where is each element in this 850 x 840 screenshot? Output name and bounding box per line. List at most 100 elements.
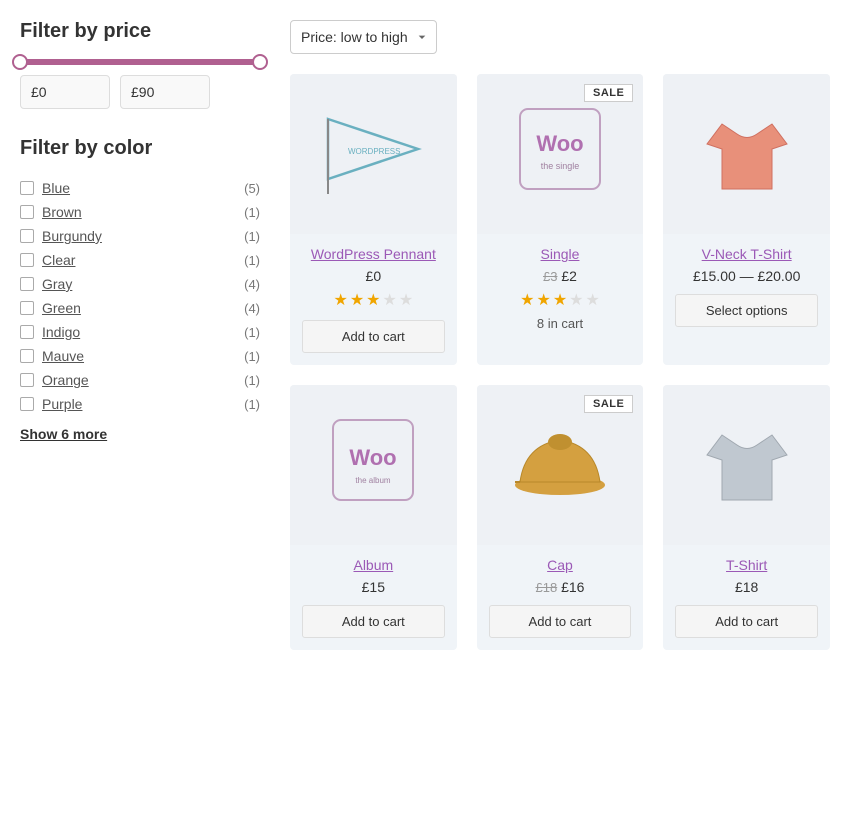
slider-thumb-left[interactable] (12, 54, 28, 70)
color-link[interactable]: Burgundy (42, 228, 102, 244)
color-filter-item: Purple (1) (20, 392, 260, 416)
product-image (492, 400, 629, 530)
product-title[interactable]: Single (541, 246, 580, 262)
product-title[interactable]: V-Neck T-Shirt (702, 246, 792, 262)
color-link[interactable]: Clear (42, 252, 75, 268)
color-checkbox[interactable] (20, 349, 34, 363)
color-filter-list: Blue (5) Brown (1) Burgundy (1) Clear (1… (20, 176, 260, 416)
product-title[interactable]: Album (353, 557, 393, 573)
color-link[interactable]: Mauve (42, 348, 84, 364)
color-link[interactable]: Indigo (42, 324, 80, 340)
product-info: V-Neck T-Shirt £15.00 — £20.00 Select op… (663, 234, 830, 339)
product-price-area: £18 (735, 579, 758, 595)
product-original-price: £3 (543, 269, 557, 284)
price-min-input[interactable] (20, 75, 110, 109)
svg-text:Woo: Woo (350, 445, 397, 470)
add-to-cart-button[interactable]: Add to cart (489, 605, 632, 638)
color-filter-item: Indigo (1) (20, 320, 260, 344)
svg-text:the album: the album (356, 476, 391, 485)
sale-badge: SALE (584, 84, 633, 102)
product-image-area (663, 385, 830, 545)
slider-fill (20, 59, 260, 65)
slider-thumb-right[interactable] (252, 54, 268, 70)
product-info: T-Shirt £18 Add to cart (663, 545, 830, 650)
star: ★ (586, 290, 600, 310)
product-price-area: £0 (366, 268, 382, 284)
toolbar: Price: low to highPrice: high to lowNewe… (290, 20, 830, 54)
product-title[interactable]: Cap (547, 557, 573, 573)
product-title[interactable]: WordPress Pennant (311, 246, 436, 262)
product-card: WORDPRESS WordPress Pennant £0 ★★★★★ Add… (290, 74, 457, 365)
color-checkbox[interactable] (20, 397, 34, 411)
color-checkbox[interactable] (20, 301, 34, 315)
product-image-area (663, 74, 830, 234)
product-info: Single £3 £2 ★★★★★ 8 in cart (477, 234, 644, 343)
color-count: (1) (244, 373, 260, 388)
product-sale-price: £2 (561, 268, 577, 284)
sort-select[interactable]: Price: low to highPrice: high to lowNewe… (290, 20, 437, 54)
product-price-range: £15.00 — £20.00 (693, 268, 800, 284)
color-checkbox[interactable] (20, 373, 34, 387)
color-filter-item: Gray (4) (20, 272, 260, 296)
product-price: £18 (735, 579, 758, 595)
product-price: £0 (366, 268, 382, 284)
color-filter-left: Clear (20, 252, 75, 268)
color-link[interactable]: Brown (42, 204, 82, 220)
color-checkbox[interactable] (20, 253, 34, 267)
color-filter-item: Burgundy (1) (20, 224, 260, 248)
color-filter-left: Purple (20, 396, 82, 412)
add-to-cart-button[interactable]: Add to cart (302, 320, 445, 353)
products-grid: WORDPRESS WordPress Pennant £0 ★★★★★ Add… (290, 74, 830, 650)
star: ★ (366, 290, 380, 310)
color-filter-item: Blue (5) (20, 176, 260, 200)
color-filter-left: Mauve (20, 348, 84, 364)
color-filter-item: Green (4) (20, 296, 260, 320)
color-filter-left: Burgundy (20, 228, 102, 244)
product-card: SALE Woo the single Single £3 £2 ★★★★★ 8… (477, 74, 644, 365)
star: ★ (383, 290, 397, 310)
color-count: (1) (244, 253, 260, 268)
filter-price-section: Filter by price (20, 20, 260, 109)
star: ★ (536, 290, 550, 310)
color-count: (5) (244, 181, 260, 196)
product-image-area: SALE Woo the single (477, 74, 644, 234)
add-to-cart-button[interactable]: Add to cart (675, 605, 818, 638)
product-title[interactable]: T-Shirt (726, 557, 767, 573)
svg-text:the single: the single (541, 161, 580, 171)
color-checkbox[interactable] (20, 277, 34, 291)
price-max-input[interactable] (120, 75, 210, 109)
color-link[interactable]: Blue (42, 180, 70, 196)
color-filter-item: Orange (1) (20, 368, 260, 392)
svg-text:WORDPRESS: WORDPRESS (348, 147, 400, 156)
product-image (678, 400, 815, 530)
product-original-price: £18 (536, 580, 558, 595)
filter-price-title: Filter by price (20, 20, 260, 43)
color-checkbox[interactable] (20, 325, 34, 339)
slider-track[interactable] (20, 59, 260, 65)
color-filter-left: Gray (20, 276, 72, 292)
add-to-cart-button[interactable]: Add to cart (302, 605, 445, 638)
product-info: Cap £18 £16 Add to cart (477, 545, 644, 650)
in-cart-text: 8 in cart (537, 316, 583, 331)
color-filter-left: Blue (20, 180, 70, 196)
color-count: (4) (244, 301, 260, 316)
color-link[interactable]: Green (42, 300, 81, 316)
color-checkbox[interactable] (20, 181, 34, 195)
product-image: Woo the single (492, 89, 629, 219)
color-count: (1) (244, 325, 260, 340)
product-price-area: £3 £2 (543, 268, 577, 284)
svg-text:Woo: Woo (536, 131, 583, 156)
color-checkbox[interactable] (20, 205, 34, 219)
price-slider-container (20, 59, 260, 109)
color-link[interactable]: Gray (42, 276, 72, 292)
page-wrapper: Filter by price Filter by color Blue (0, 0, 850, 840)
color-count: (1) (244, 229, 260, 244)
select-options-button[interactable]: Select options (675, 294, 818, 327)
color-link[interactable]: Orange (42, 372, 89, 388)
show-more-link[interactable]: Show 6 more (20, 426, 107, 442)
color-filter-left: Orange (20, 372, 89, 388)
color-link[interactable]: Purple (42, 396, 82, 412)
color-checkbox[interactable] (20, 229, 34, 243)
product-sale-price: £16 (561, 579, 584, 595)
product-price-area: £15 (362, 579, 385, 595)
